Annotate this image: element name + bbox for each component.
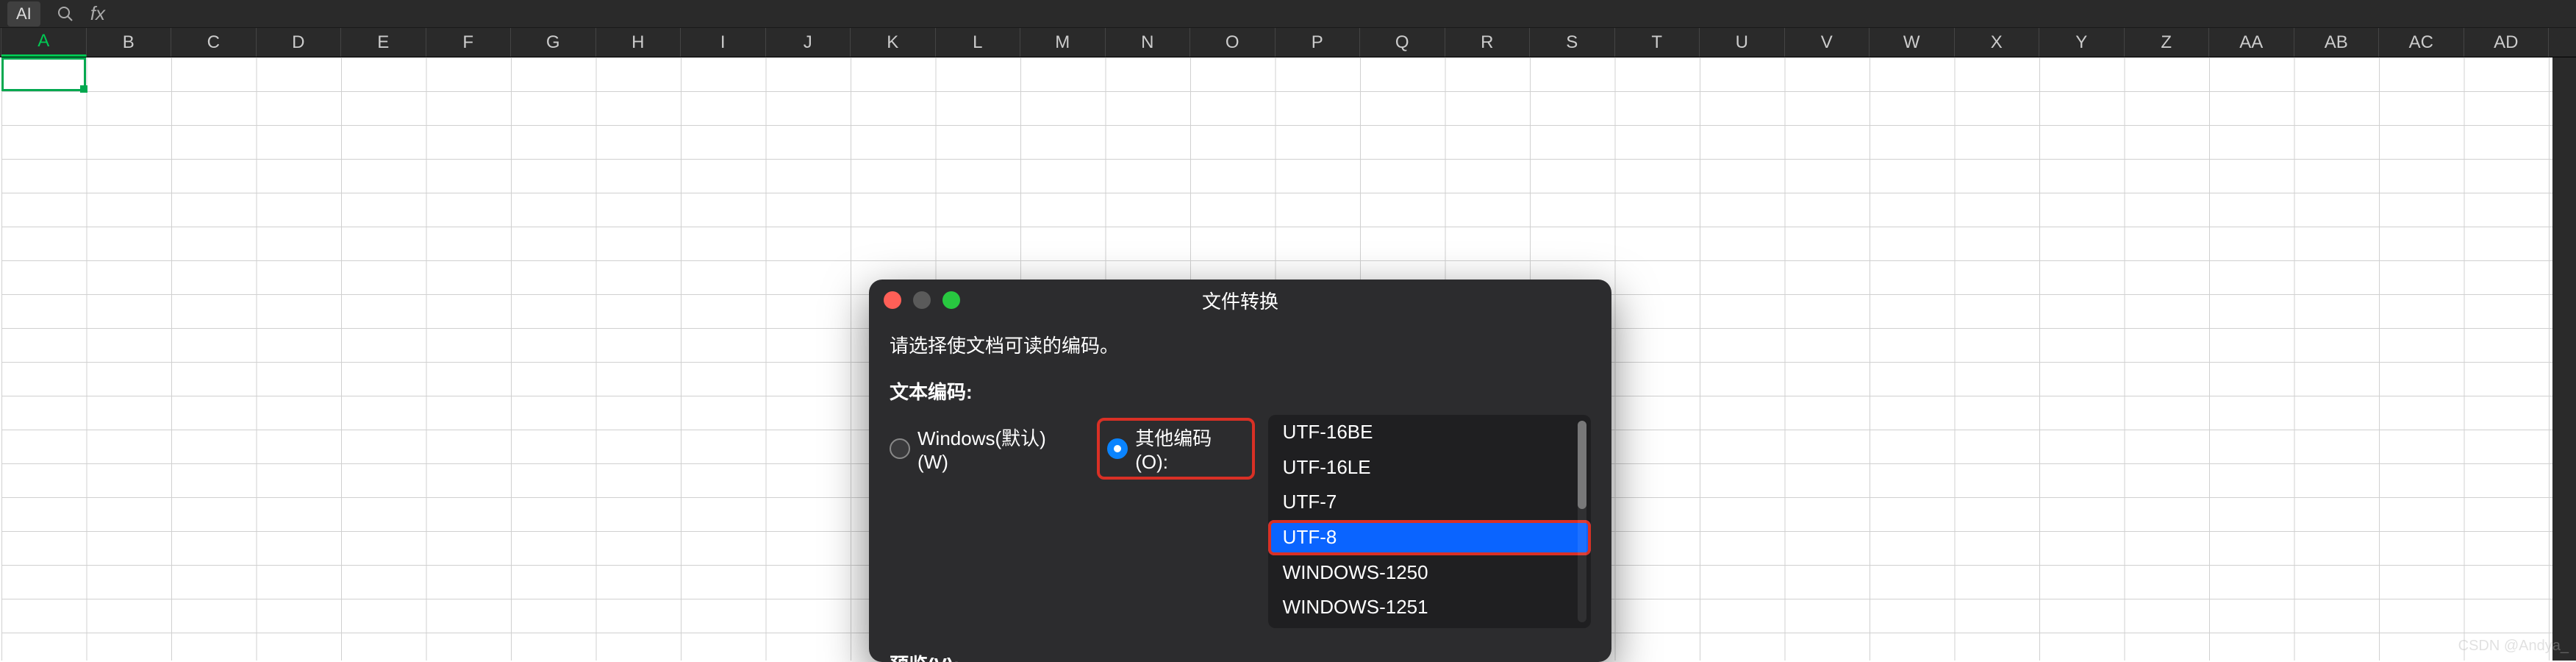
column-header-AA[interactable]: AA xyxy=(2209,28,2294,57)
formula-bar: fx xyxy=(55,2,105,25)
column-header-I[interactable]: I xyxy=(681,28,766,57)
radio-other-encoding[interactable]: 其他编码(O): xyxy=(1097,418,1254,480)
column-header-U[interactable]: U xyxy=(1700,28,1785,57)
column-header-D[interactable]: D xyxy=(257,28,342,57)
encoding-listbox[interactable]: UTF-16BEUTF-16LEUTF-7UTF-8WINDOWS-1250WI… xyxy=(1268,415,1591,628)
close-button[interactable] xyxy=(884,291,901,309)
encoding-option[interactable]: WINDOWS-1250 xyxy=(1268,555,1591,591)
column-header-AC[interactable]: AC xyxy=(2379,28,2464,57)
column-header-K[interactable]: K xyxy=(851,28,936,57)
column-header-Y[interactable]: Y xyxy=(2039,28,2125,57)
selected-cell[interactable] xyxy=(1,57,86,91)
encoding-option[interactable]: UTF-7 xyxy=(1268,485,1591,520)
maximize-button[interactable] xyxy=(942,291,960,309)
minimize-button xyxy=(913,291,931,309)
text-encoding-label: 文本编码: xyxy=(890,377,1591,405)
column-header-X[interactable]: X xyxy=(1955,28,2040,57)
encoding-option[interactable]: UTF-8 xyxy=(1268,520,1591,555)
column-header-J[interactable]: J xyxy=(766,28,851,57)
dialog-body: 请选择使文档可读的编码。 文本编码: Windows(默认)(W) 其他编码(O… xyxy=(869,321,1611,662)
column-header-Z[interactable]: Z xyxy=(2125,28,2210,57)
listbox-scrollbar-thumb[interactable] xyxy=(1578,421,1586,509)
column-header-A[interactable]: A xyxy=(1,28,87,57)
column-header-P[interactable]: P xyxy=(1276,28,1361,57)
radio-label: 其他编码(O): xyxy=(1135,424,1244,474)
column-header-O[interactable]: O xyxy=(1190,28,1276,57)
listbox-scrollbar[interactable] xyxy=(1578,421,1586,622)
encoding-option[interactable]: UTF-16LE xyxy=(1268,450,1591,485)
column-header-L[interactable]: L xyxy=(936,28,1021,57)
ai-badge[interactable]: AI xyxy=(7,1,40,26)
dialog-instruction: 请选择使文档可读的编码。 xyxy=(890,331,1591,358)
radio-indicator xyxy=(1107,438,1128,459)
column-header-F[interactable]: F xyxy=(426,28,512,57)
column-header-B[interactable]: B xyxy=(87,28,172,57)
column-header-AB[interactable]: AB xyxy=(2294,28,2380,57)
column-header-E[interactable]: E xyxy=(341,28,426,57)
radio-group: Windows(默认)(W) 其他编码(O): xyxy=(890,415,1255,480)
column-header-G[interactable]: G xyxy=(511,28,596,57)
dialog-titlebar: 文件转换 xyxy=(869,280,1611,321)
encoding-listbox-wrap: UTF-16BEUTF-16LEUTF-7UTF-8WINDOWS-1250WI… xyxy=(1268,415,1591,628)
column-header-W[interactable]: W xyxy=(1870,28,1955,57)
column-header-V[interactable]: V xyxy=(1785,28,1870,57)
encoding-option[interactable]: WINDOWS-1251 xyxy=(1268,590,1591,625)
encoding-row: Windows(默认)(W) 其他编码(O): UTF-16BEUTF-16LE… xyxy=(890,415,1591,628)
vertical-scrollbar[interactable] xyxy=(2552,57,2576,661)
watermark: CSDN @Andya_ xyxy=(2458,638,2569,655)
radio-label: Windows(默认)(W) xyxy=(917,424,1076,474)
radio-indicator xyxy=(890,438,910,459)
window-controls xyxy=(884,291,960,309)
toolbar: AI fx xyxy=(0,0,2576,28)
radio-windows-default[interactable]: Windows(默认)(W) xyxy=(890,424,1076,474)
encoding-option[interactable]: WINDOWS-1252 xyxy=(1268,625,1591,628)
column-header-R[interactable]: R xyxy=(1445,28,1531,57)
column-header-T[interactable]: T xyxy=(1615,28,1700,57)
column-header-N[interactable]: N xyxy=(1106,28,1191,57)
column-header-H[interactable]: H xyxy=(596,28,681,57)
column-header-AD[interactable]: AD xyxy=(2464,28,2550,57)
column-header-Q[interactable]: Q xyxy=(1360,28,1445,57)
column-header-M[interactable]: M xyxy=(1020,28,1106,57)
file-convert-dialog: 文件转换 请选择使文档可读的编码。 文本编码: Windows(默认)(W) 其… xyxy=(869,280,1611,662)
column-header-C[interactable]: C xyxy=(171,28,257,57)
encoding-option[interactable]: UTF-16BE xyxy=(1268,415,1591,450)
search-icon[interactable] xyxy=(55,4,76,24)
dialog-title: 文件转换 xyxy=(1202,287,1278,314)
column-header-S[interactable]: S xyxy=(1530,28,1615,57)
column-headers: ABCDEFGHIJKLMNOPQRSTUVWXYZAAABACAD xyxy=(0,28,2576,57)
fx-label[interactable]: fx xyxy=(90,2,105,25)
